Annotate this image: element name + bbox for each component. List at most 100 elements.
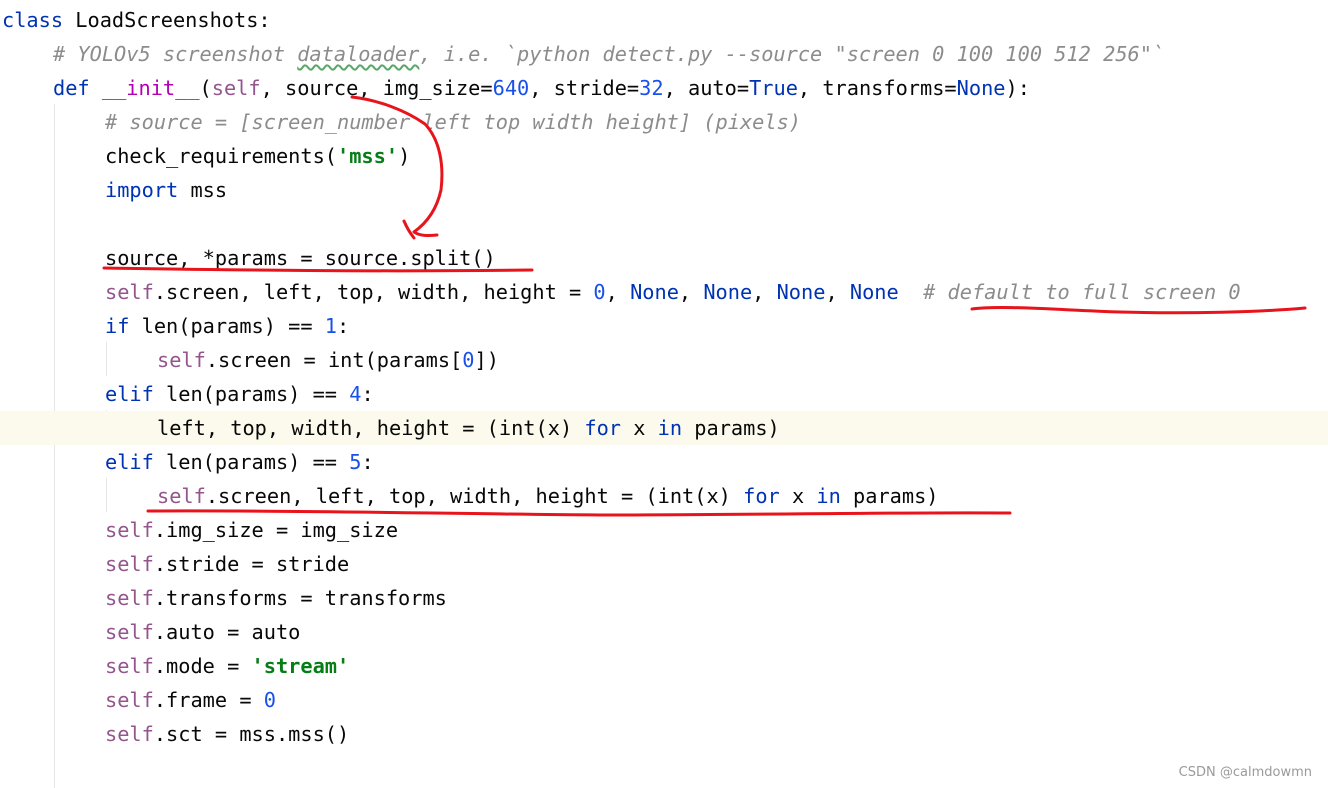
number: 4 — [349, 382, 362, 406]
code-line[interactable]: self.transforms = transforms — [0, 581, 1328, 615]
code-text: .screen, left, top, width, height = — [153, 280, 594, 304]
code-text: x — [779, 484, 817, 508]
code-line[interactable]: self.screen, left, top, width, height = … — [0, 479, 1328, 513]
keyword: import — [105, 178, 179, 202]
code-text: , — [605, 280, 631, 304]
code-text: .transforms = transforms — [153, 586, 447, 610]
code-line[interactable]: class LoadScreenshots: — [0, 3, 1328, 37]
code-line[interactable]: self.mode = 'stream' — [0, 649, 1328, 683]
code-text: ): — [1005, 76, 1030, 100]
keyword: if — [105, 314, 130, 338]
code-text: check_requirements( — [105, 144, 337, 168]
code-text: .screen = int(params[ — [205, 348, 463, 372]
code-line[interactable]: if len(params) == 1: — [0, 309, 1328, 343]
code-line[interactable]: elif len(params) == 4: — [0, 377, 1328, 411]
code-text: len(params) == — [153, 382, 350, 406]
code-text: len(params) == — [129, 314, 325, 338]
code-text: , stride= — [529, 76, 640, 100]
current-line[interactable]: left, top, width, height = (int(x) for x… — [0, 411, 1328, 445]
code-text: ]) — [474, 348, 499, 372]
keyword: in — [657, 416, 683, 440]
code-text: , source, img_size= — [260, 76, 493, 100]
code-text: x — [621, 416, 658, 440]
code-line[interactable]: import mss — [0, 173, 1328, 207]
code-text: .mode = — [153, 654, 252, 678]
code-text: .sct = mss.mss() — [153, 722, 350, 746]
self-keyword: self — [157, 348, 206, 372]
code-text: : — [361, 382, 374, 406]
keyword: None — [849, 280, 899, 304]
code-text: params) — [682, 416, 780, 440]
code-line[interactable]: self.screen, left, top, width, height = … — [0, 275, 1328, 309]
self-keyword: self — [105, 586, 154, 610]
self-keyword: self — [105, 654, 154, 678]
code-text: .frame = — [153, 688, 264, 712]
code-text: ( — [199, 76, 212, 100]
number: 0 — [263, 688, 276, 712]
code-line[interactable]: self.auto = auto — [0, 615, 1328, 649]
code-text: : — [361, 450, 374, 474]
comment: # source = [screen_number left top width… — [105, 110, 801, 134]
code-text: .img_size = img_size — [153, 518, 399, 542]
code-text: .screen, left, top, width, height = (int… — [205, 484, 744, 508]
keyword: None — [703, 280, 753, 304]
number: 0 — [593, 280, 606, 304]
code-line[interactable]: check_requirements('mss') — [0, 139, 1328, 173]
code-text: : — [337, 314, 350, 338]
comment: , i.e. `python detect.py --source "scree… — [419, 42, 1165, 66]
keyword: for — [743, 484, 780, 508]
keyword: class — [2, 8, 64, 32]
code-text: source, *params = source.split() — [105, 246, 496, 270]
code-line[interactable]: self.img_size = img_size — [0, 513, 1328, 547]
string-literal: 'stream' — [251, 654, 350, 678]
self-keyword: self — [105, 722, 154, 746]
keyword: None — [956, 76, 1006, 100]
code-line[interactable]: # source = [screen_number left top width… — [0, 105, 1328, 139]
code-text: left, top, width, height = (int(x) — [157, 416, 585, 440]
code-line[interactable]: # YOLOv5 screenshot dataloader, i.e. `py… — [0, 37, 1328, 71]
code-line[interactable]: source, *params = source.split() — [0, 241, 1328, 275]
comment: # YOLOv5 screenshot — [53, 42, 298, 66]
code-text: ) — [398, 144, 411, 168]
code-line[interactable]: self.frame = 0 — [0, 683, 1328, 717]
code-text: mss — [178, 178, 228, 202]
code-line[interactable]: self.sct = mss.mss() — [0, 717, 1328, 751]
code-text: .stride = stride — [153, 552, 350, 576]
number: 1 — [324, 314, 338, 338]
keyword: True — [749, 76, 798, 100]
code-text: len(params) == — [153, 450, 350, 474]
function-name: __init__ — [101, 76, 200, 100]
keyword: def — [53, 76, 90, 100]
code-text: , auto= — [663, 76, 750, 100]
code-text: params) — [840, 484, 939, 508]
keyword: None — [630, 280, 679, 304]
code-line[interactable]: self.stride = stride — [0, 547, 1328, 581]
self-keyword: self — [211, 76, 261, 100]
self-keyword: self — [105, 688, 154, 712]
keyword: for — [584, 416, 622, 440]
code-line[interactable]: self.screen = int(params[0]) — [0, 343, 1328, 377]
code-text: , transforms= — [797, 76, 957, 100]
code-text: .auto = auto — [153, 620, 301, 644]
number: 0 — [462, 348, 475, 372]
self-keyword: self — [105, 620, 154, 644]
number: 5 — [349, 450, 362, 474]
keyword: in — [816, 484, 841, 508]
code-line[interactable]: def __init__(self, source, img_size=640,… — [0, 71, 1328, 105]
code-text: , — [678, 280, 704, 304]
code-text: , — [752, 280, 777, 304]
comment: # default to full screen 0 — [923, 280, 1241, 304]
self-keyword: self — [105, 552, 154, 576]
number: 32 — [639, 76, 664, 100]
code-line[interactable]: elif len(params) == 5: — [0, 445, 1328, 479]
self-keyword: self — [157, 484, 206, 508]
code-text: , — [825, 280, 850, 304]
number: 640 — [492, 76, 530, 100]
string-literal: 'mss' — [337, 144, 399, 168]
code-editor[interactable]: class LoadScreenshots: # YOLOv5 screensh… — [0, 0, 1328, 788]
keyword: elif — [105, 450, 154, 474]
keyword: elif — [105, 382, 154, 406]
self-keyword: self — [105, 280, 154, 304]
